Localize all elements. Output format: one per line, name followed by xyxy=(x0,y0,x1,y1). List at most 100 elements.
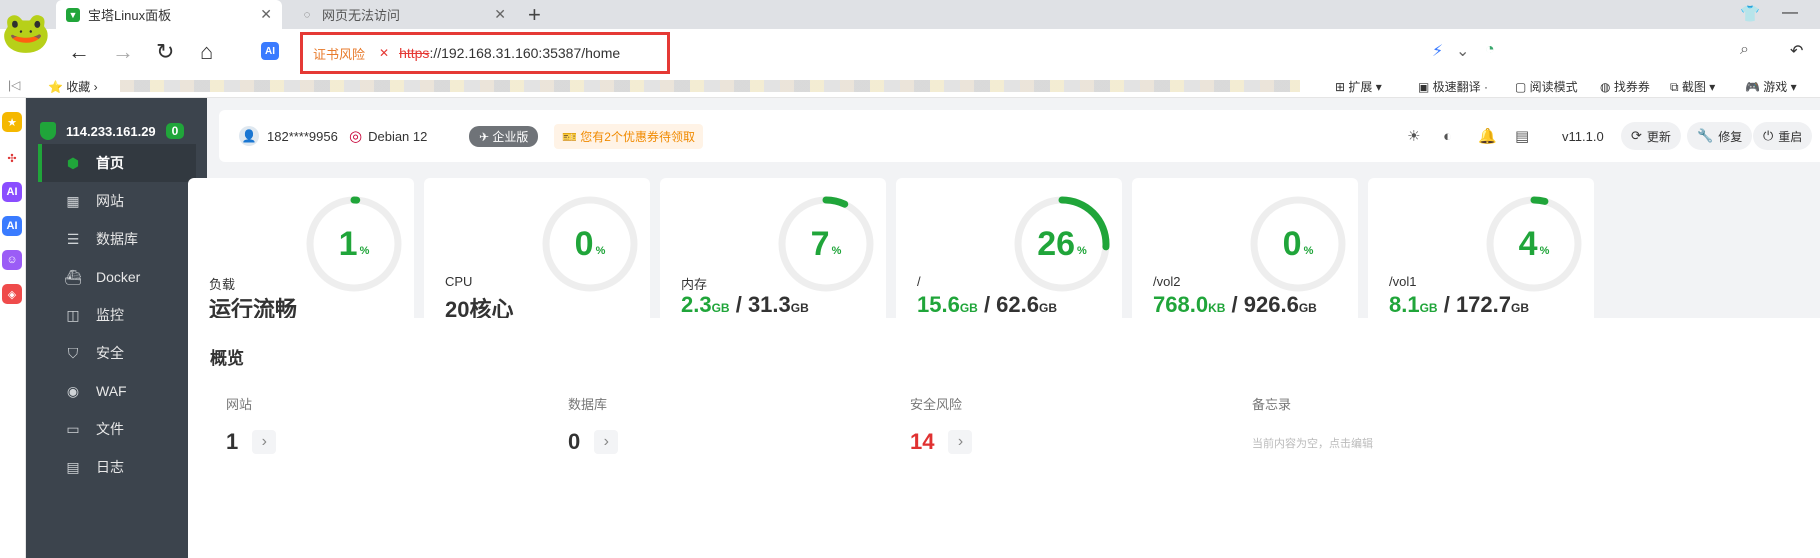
overview-websites[interactable]: 网站 1 › xyxy=(226,394,277,455)
server-header: 114.233.161.29 0 xyxy=(40,122,200,140)
sidebar-item-website[interactable]: ▦ 网站 xyxy=(38,182,196,220)
log-icon: ▤ xyxy=(66,458,80,475)
wrench-icon: 🔧 xyxy=(1697,128,1714,143)
notification-badge[interactable]: 0 xyxy=(165,123,185,139)
star-app-icon[interactable]: ★ xyxy=(2,112,22,132)
database-icon: ☰ xyxy=(66,230,80,247)
browser-tab-bar: ▼ 宝塔Linux面板 ✕ ◌ 网页无法访问 ✕ + 👕 — xyxy=(0,0,1820,29)
baota-favicon-icon: ▼ xyxy=(66,7,80,22)
insecure-lock-icon: ✕ xyxy=(379,46,390,60)
sidebar-item-files[interactable]: ▭ 文件 xyxy=(38,410,196,448)
sidebar-item-logs[interactable]: ▤ 日志 xyxy=(38,448,196,486)
memo-placeholder[interactable]: 当前内容为空，点击编辑 xyxy=(1252,435,1373,451)
search-engine-icon[interactable]: ◔ xyxy=(1485,41,1495,59)
databases-count: 0 › xyxy=(568,429,619,455)
new-tab-button[interactable]: + xyxy=(528,2,541,28)
sidebar-item-monitor[interactable]: ◫ 监控 xyxy=(38,296,196,334)
screenshot-label: 截图 xyxy=(1681,80,1706,94)
ai-assistant-icon[interactable]: AI xyxy=(261,42,279,60)
sidebar-item-docker[interactable]: ⛴ Docker xyxy=(38,258,196,296)
home-button[interactable]: ⌂ xyxy=(200,39,213,65)
favorites-bookmark[interactable]: ⭐ 收藏 › xyxy=(48,78,98,95)
edition-badge[interactable]: ✈ 企业版 xyxy=(469,125,539,147)
load-label: 负载 xyxy=(209,277,236,292)
memory-card[interactable]: 7% 内存 2.3GB / 31.3GB xyxy=(660,178,886,334)
disk-vol1-usage: 8.1GB / 172.7GB xyxy=(1389,292,1529,317)
sidebar-item-database[interactable]: ☰ 数据库 xyxy=(38,220,196,258)
close-tab-icon[interactable]: ✕ xyxy=(260,6,272,23)
games-label: 游戏 xyxy=(1763,80,1788,94)
coupons-button[interactable]: ◍ 找券券 xyxy=(1600,78,1650,95)
notes-icon[interactable]: ▤ xyxy=(1515,127,1529,145)
docker-icon: ⛴ xyxy=(64,268,82,285)
disk-vol2-card[interactable]: 0% /vol2 768.0KB / 926.6GB xyxy=(1132,178,1358,334)
chevron-right-icon[interactable]: › xyxy=(948,430,973,454)
user-account[interactable]: 👤 182****9956 xyxy=(239,126,338,146)
blurred-bookmarks xyxy=(120,80,1300,92)
server-ip[interactable]: 114.233.161.29 xyxy=(66,124,156,139)
url-rest: ://192.168.31.160:35387/home xyxy=(429,45,621,61)
browser-logo-frog-icon: 🐸 xyxy=(1,10,51,55)
update-label: 更新 xyxy=(1646,129,1671,144)
chevron-right-icon[interactable]: › xyxy=(252,430,277,454)
address-bar-row: ← → ↻ ⌂ AI 证书风险 ✕ https://192.168.31.160… xyxy=(0,29,1820,74)
back-button[interactable]: ← xyxy=(68,39,90,65)
baota-logo-icon xyxy=(40,122,56,140)
sidebar-item-security[interactable]: ⛉ 安全 xyxy=(38,334,196,372)
games-button[interactable]: 🎮 游戏 ▾ xyxy=(1745,78,1797,95)
forward-button[interactable]: → xyxy=(112,39,134,65)
lightning-icon[interactable]: ⚡ xyxy=(1432,41,1443,61)
sidebar-item-label: 首页 xyxy=(96,155,124,171)
chevron-down-icon[interactable]: ⌄ xyxy=(1456,41,1469,61)
version-label[interactable]: v11.1.0 xyxy=(1562,129,1604,144)
disk-root-card[interactable]: 26% / 15.6GB / 62.6GB xyxy=(896,178,1122,334)
cpu-card[interactable]: 0% CPU 20核心 xyxy=(424,178,650,334)
reader-mode-button[interactable]: ▢ 阅读模式 xyxy=(1515,78,1578,95)
tab-error-page[interactable]: ◌ 网页无法访问 ✕ xyxy=(290,0,516,29)
security-label: 安全风险 xyxy=(910,397,963,412)
load-card[interactable]: 1% 负载 运行流畅 xyxy=(188,178,414,334)
game-app-icon[interactable]: ◈ xyxy=(2,284,22,304)
ai-blue-app-icon[interactable]: AI xyxy=(2,216,22,236)
cert-warning-label[interactable]: 证书风险 xyxy=(313,44,365,63)
screenshot-button[interactable]: ⧉ 截图 ▾ xyxy=(1670,78,1715,95)
close-tab-icon[interactable]: ✕ xyxy=(494,6,506,23)
browser-side-strip: ★ ✣ AI AI ☺ ◈ xyxy=(0,98,26,558)
overview-security[interactable]: 安全风险 14 › xyxy=(910,394,973,455)
sidebar-item-label: 文件 xyxy=(96,421,124,437)
sidebar-item-home[interactable]: ⬢ 首页 xyxy=(38,144,196,182)
sidebar-item-label: 安全 xyxy=(96,345,124,361)
os-name: Debian 12 xyxy=(368,128,428,144)
coupon-banner[interactable]: 🎫 您有2个优惠券待领取 xyxy=(554,123,703,149)
theme-sun-icon[interactable]: ☀ xyxy=(1407,127,1420,145)
translate-button[interactable]: ▣ 极速翻译 · xyxy=(1418,78,1488,95)
minimize-button[interactable]: — xyxy=(1782,4,1798,22)
bell-icon[interactable]: 🔔 xyxy=(1478,127,1497,145)
security-risk-count: 14 › xyxy=(910,429,973,455)
coupons-label: 找券券 xyxy=(1613,80,1650,94)
overview-memo[interactable]: 备忘录 当前内容为空，点击编辑 xyxy=(1252,394,1373,451)
update-button[interactable]: ⟳ 更新 xyxy=(1621,122,1681,150)
search-icon[interactable]: ⌕ xyxy=(1740,41,1749,59)
cpu-percent: 0% xyxy=(574,224,606,263)
reload-button[interactable]: ↻ xyxy=(156,39,174,65)
translate-label: 极速翻译 xyxy=(1432,80,1481,94)
memo-label: 备忘录 xyxy=(1252,397,1292,412)
overview-databases[interactable]: 数据库 0 › xyxy=(568,394,619,455)
repair-button[interactable]: 🔧 修复 xyxy=(1687,122,1753,150)
sidebar-item-waf[interactable]: ◉ WAF xyxy=(38,372,196,410)
tab-baota-panel[interactable]: ▼ 宝塔Linux面板 ✕ xyxy=(56,0,282,29)
palette-icon[interactable]: ◐ xyxy=(1443,128,1452,145)
sidebar-toggle-icon[interactable]: |◁ xyxy=(8,78,20,92)
restart-button[interactable]: ⏻ 重启 xyxy=(1753,122,1813,150)
ai-app-icon[interactable]: AI xyxy=(2,182,22,202)
chevron-right-icon[interactable]: › xyxy=(594,430,619,454)
disk-vol1-card[interactable]: 4% /vol1 8.1GB / 172.7GB xyxy=(1368,178,1594,334)
shirt-skin-icon[interactable]: 👕 xyxy=(1740,4,1760,24)
network-app-icon[interactable]: ✣ xyxy=(2,148,22,168)
favorites-label: 收藏 xyxy=(66,80,91,94)
undo-icon[interactable]: ↶ xyxy=(1790,41,1803,61)
extensions-menu[interactable]: ⊞ 扩展 ▾ xyxy=(1335,78,1382,95)
chat-app-icon[interactable]: ☺ xyxy=(2,250,22,270)
url-input[interactable]: 证书风险 ✕ https://192.168.31.160:35387/home xyxy=(300,32,670,74)
